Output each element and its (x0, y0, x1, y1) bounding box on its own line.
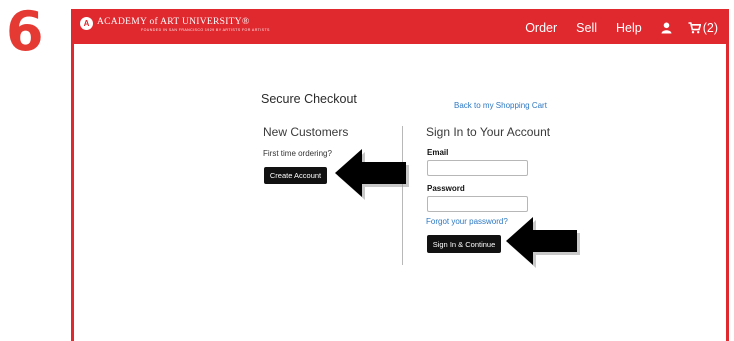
sign-in-title: Sign In to Your Account (426, 125, 551, 139)
nav-help[interactable]: Help (616, 21, 642, 35)
password-field[interactable] (427, 196, 528, 212)
arrow-to-create-account (335, 149, 409, 200)
new-customers-title: New Customers (263, 125, 349, 139)
user-icon[interactable] (661, 22, 672, 34)
logo-name: ACADEMY of ART UNIVERSITY® (97, 17, 250, 27)
email-field[interactable] (427, 160, 528, 176)
step-number: 6 (6, 0, 44, 63)
cart-count: (2) (702, 21, 718, 35)
nav-sell[interactable]: Sell (576, 21, 597, 35)
top-nav-bar: A ACADEMY of ART UNIVERSITY® FOUNDED IN … (74, 12, 726, 44)
page-title: Secure Checkout (261, 92, 357, 106)
main-nav: Order Sell Help (2) (506, 12, 718, 44)
sign-in-continue-button[interactable]: Sign In & Continue (427, 235, 501, 253)
email-label: Email (427, 148, 449, 157)
cart-icon (688, 22, 701, 34)
arrow-to-sign-in-button (506, 217, 580, 268)
logo-text: ACADEMY of ART UNIVERSITY® FOUNDED IN SA… (97, 16, 270, 33)
logo-tagline: FOUNDED IN SAN FRANCISCO 1929 BY ARTISTS… (141, 28, 270, 32)
forgot-password-link[interactable]: Forgot your password? (426, 217, 508, 226)
create-account-button[interactable]: Create Account (264, 167, 327, 184)
nav-order[interactable]: Order (525, 21, 557, 35)
site-logo[interactable]: A ACADEMY of ART UNIVERSITY® FOUNDED IN … (80, 16, 270, 33)
first-time-text: First time ordering? (263, 149, 332, 158)
cart-button[interactable]: (2) (688, 21, 718, 35)
password-label: Password (427, 184, 465, 193)
back-to-cart-link[interactable]: Back to my Shopping Cart (454, 101, 547, 110)
logo-mark-icon: A (80, 17, 93, 30)
